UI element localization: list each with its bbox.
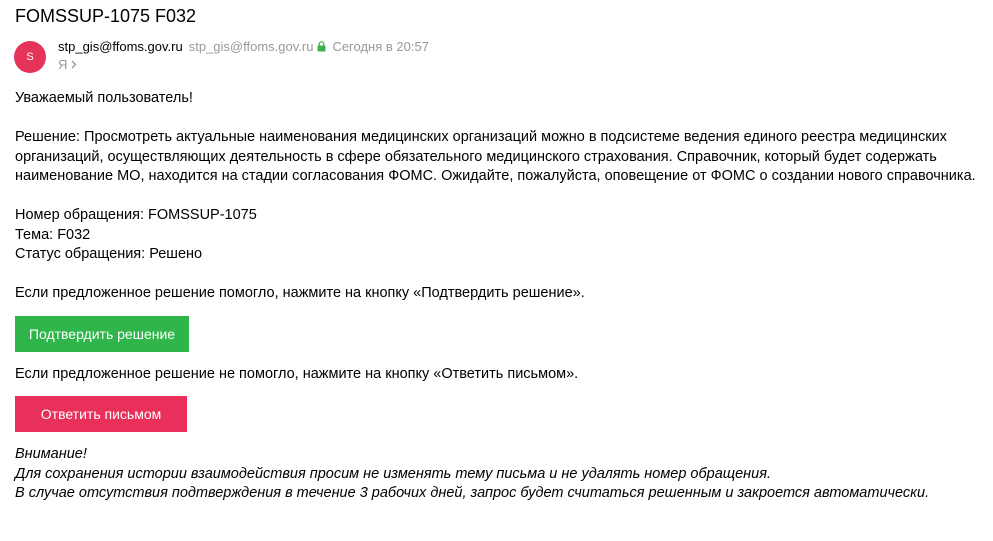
ticket-status: Статус обращения: Решено bbox=[15, 246, 203, 262]
recipient-name[interactable]: Я bbox=[58, 57, 67, 72]
email-body: Уважаемый пользователь! Решение: Просмот… bbox=[15, 89, 980, 504]
attention-heading: Внимание! bbox=[15, 446, 87, 462]
confirm-solution-button[interactable]: Подтвердить решение bbox=[15, 315, 189, 352]
solution-text: Решение: Просмотреть актуальные наименов… bbox=[15, 129, 976, 184]
greeting: Уважаемый пользователь! bbox=[15, 90, 193, 106]
recipient-line[interactable]: Я bbox=[58, 56, 77, 74]
sender-avatar[interactable]: S bbox=[14, 41, 46, 73]
chevron-right-icon[interactable] bbox=[71, 56, 77, 74]
email-subject: FOMSSUP-1075 F032 bbox=[15, 6, 197, 26]
note-history: Для сохранения истории взаимодействия пр… bbox=[15, 465, 772, 482]
lock-icon bbox=[317, 39, 326, 57]
reply-prompt: Если предложенное решение не помогло, на… bbox=[15, 365, 579, 382]
note-auto-close: В случае отсутствия подтверждения в тече… bbox=[15, 485, 930, 501]
sender-line: stp_gis@ffoms.gov.ru stp_gis@ffoms.gov.ru… bbox=[58, 38, 429, 57]
reply-by-email-button[interactable]: Ответить письмом bbox=[15, 396, 187, 432]
ticket-number: Номер обращения: FOMSSUP-1075 bbox=[15, 207, 257, 223]
sender-email[interactable]: stp_gis@ffoms.gov.ru bbox=[189, 39, 314, 54]
ticket-topic: Тема: F032 bbox=[15, 226, 91, 243]
sender-name[interactable]: stp_gis@ffoms.gov.ru bbox=[58, 39, 183, 54]
confirm-prompt: Если предложенное решение помогло, нажми… bbox=[15, 285, 585, 301]
email-date: Сегодня в 20:57 bbox=[332, 39, 429, 54]
